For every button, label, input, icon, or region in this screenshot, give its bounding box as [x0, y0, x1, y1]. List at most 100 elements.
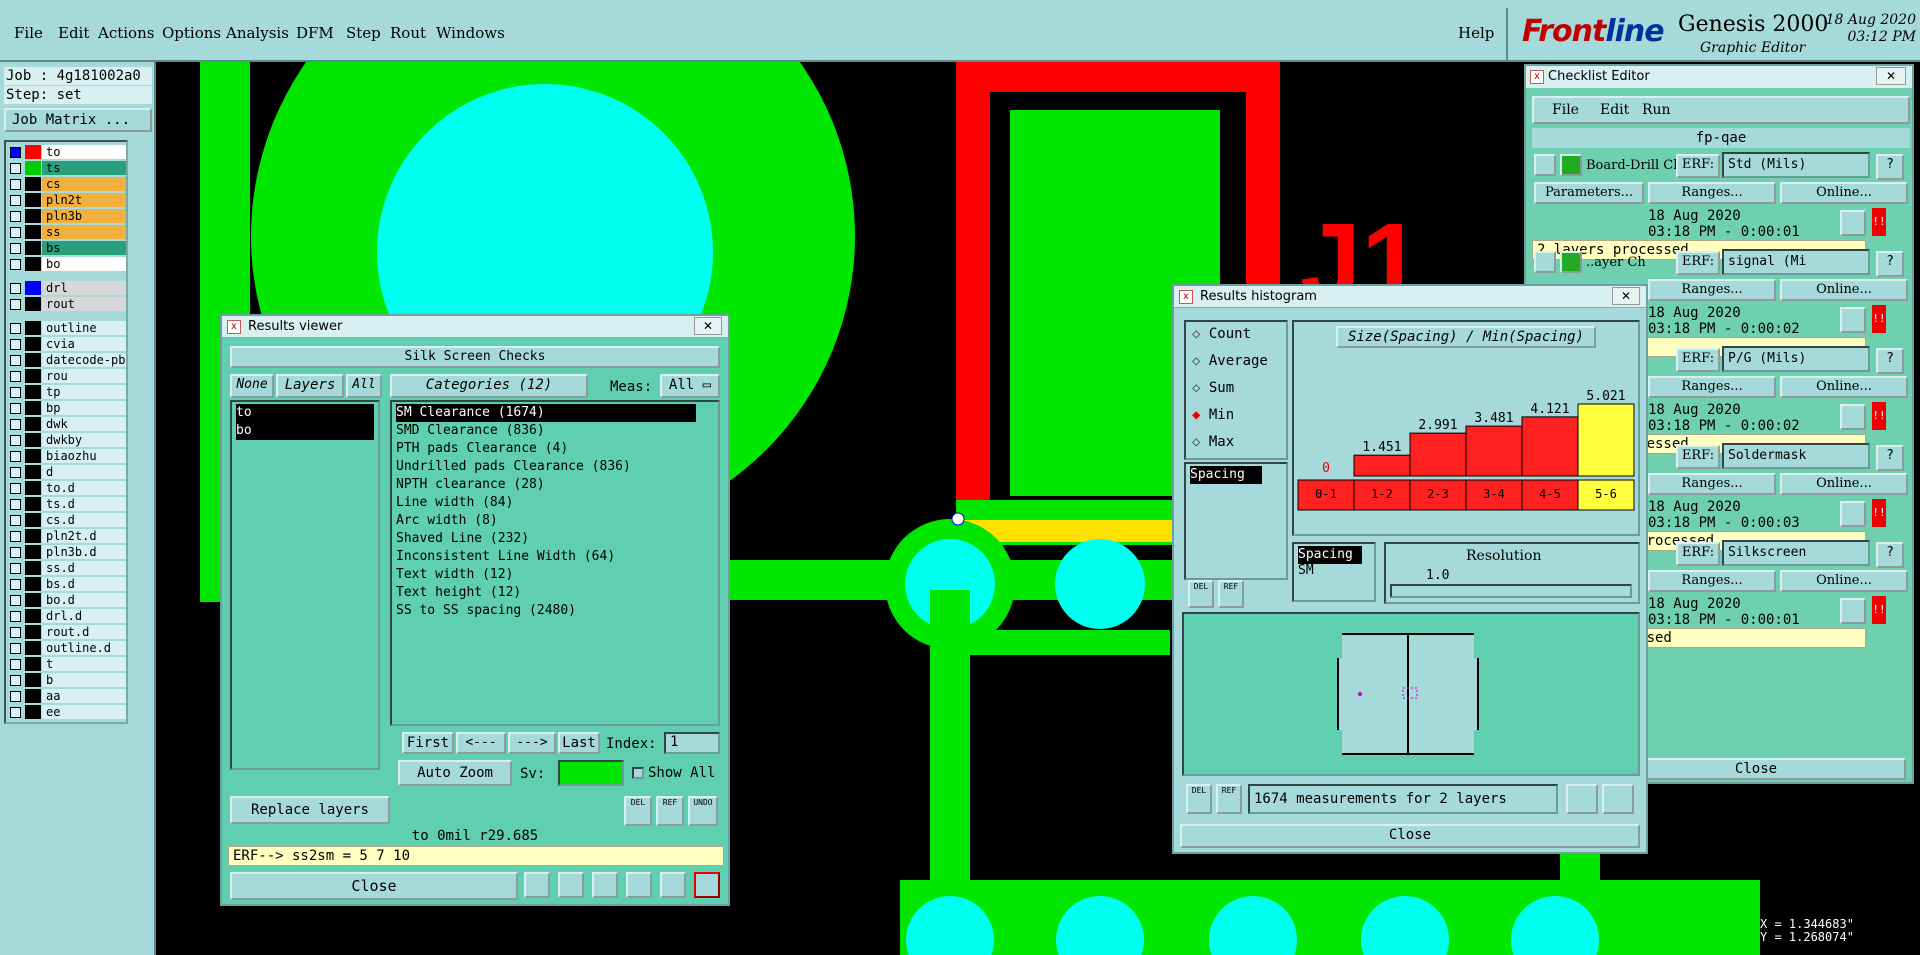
spacing-list[interactable]: Spacing: [1184, 462, 1288, 580]
layer-checkbox[interactable]: [10, 675, 21, 686]
online-button[interactable]: Online...: [1780, 570, 1908, 592]
layer-name[interactable]: pln2t: [42, 193, 126, 207]
job-matrix-button[interactable]: Job Matrix ...: [4, 108, 152, 132]
board-preview[interactable]: [1182, 612, 1640, 776]
mode-radio-count[interactable]: ◇ Count: [1192, 326, 1251, 342]
layer-checkbox[interactable]: [10, 387, 21, 398]
histogram-icon[interactable]: [694, 872, 720, 898]
layer-checkbox[interactable]: [10, 195, 21, 206]
layer-checkbox[interactable]: [10, 299, 21, 310]
spacing-sm-list[interactable]: Spacing SM: [1292, 542, 1376, 602]
category-item[interactable]: Shaved Line (232): [396, 530, 529, 548]
replace-layers-dropdown[interactable]: Replace layers: [230, 796, 390, 824]
layer-checkbox[interactable]: [10, 339, 21, 350]
layer-checkbox[interactable]: [10, 547, 21, 558]
layer-name[interactable]: aa: [42, 689, 126, 703]
none-button[interactable]: None: [230, 374, 274, 398]
check-name[interactable]: ..ayer Ch: [1586, 255, 1676, 270]
checklist-close-button[interactable]: Close: [1606, 758, 1906, 780]
index-input[interactable]: 1: [664, 732, 720, 754]
layer-checkbox[interactable]: [10, 643, 21, 654]
category-item[interactable]: Inconsistent Line Width (64): [396, 548, 615, 566]
menu-step[interactable]: Step: [346, 24, 381, 42]
erf-dropdown[interactable]: Soldermask: [1722, 443, 1870, 469]
ranges-button[interactable]: Ranges...: [1648, 570, 1776, 592]
hist-ref-button[interactable]: REF: [1218, 580, 1244, 608]
layer-checkbox[interactable]: [10, 259, 21, 270]
layer-name[interactable]: rou: [42, 369, 126, 383]
show-all-checkbox[interactable]: [632, 767, 644, 779]
help-icon[interactable]: ?: [1876, 542, 1904, 568]
results-viewer-titlebar[interactable]: x Results viewer ✕: [222, 316, 728, 338]
close-button[interactable]: Close: [230, 872, 518, 900]
menu-edit[interactable]: Edit: [58, 24, 89, 42]
layer-checkbox[interactable]: [10, 211, 21, 222]
layer-row[interactable]: pln2t: [6, 192, 126, 208]
first-button[interactable]: First: [402, 732, 454, 754]
layer-row[interactable]: cvia: [6, 336, 126, 352]
layer-checkbox[interactable]: [10, 611, 21, 622]
cl-menu-edit[interactable]: Edit: [1600, 102, 1629, 118]
layer-checkbox[interactable]: [10, 515, 21, 526]
layer-row[interactable]: rout.d: [6, 624, 126, 640]
layer-row[interactable]: b: [6, 672, 126, 688]
layer-name[interactable]: outline: [42, 321, 126, 335]
layer-row[interactable]: aa: [6, 688, 126, 704]
layer-name[interactable]: drl.d: [42, 609, 126, 623]
ranges-button[interactable]: Ranges...: [1648, 279, 1776, 301]
close-icon[interactable]: ✕: [694, 317, 722, 335]
layer-name[interactable]: cs.d: [42, 513, 126, 527]
layer-checkbox[interactable]: [10, 355, 21, 366]
layer-name[interactable]: bo.d: [42, 593, 126, 607]
close-icon[interactable]: ✕: [1876, 67, 1906, 85]
prev-button[interactable]: <---: [456, 732, 506, 754]
online-button[interactable]: Online...: [1780, 473, 1908, 495]
check-name[interactable]: Board-Drill Che: [1586, 158, 1676, 173]
category-item[interactable]: Undrilled pads Clearance (836): [396, 458, 631, 476]
layer-name[interactable]: pln3b: [42, 209, 126, 223]
cl-menu-run[interactable]: Run: [1642, 102, 1671, 118]
auto-zoom-dropdown[interactable]: Auto Zoom: [398, 760, 512, 786]
layer-name[interactable]: ss.d: [42, 561, 126, 575]
layer-checkbox[interactable]: [10, 403, 21, 414]
help-icon[interactable]: ?: [1876, 445, 1904, 471]
layers-button[interactable]: Layers: [276, 374, 344, 398]
sm-item[interactable]: SM: [1298, 562, 1314, 580]
layer-name[interactable]: cvia: [42, 337, 126, 351]
last-button[interactable]: Last: [558, 732, 600, 754]
layer-checkbox[interactable]: [10, 435, 21, 446]
layer-checkbox[interactable]: [10, 499, 21, 510]
layer-name[interactable]: ts: [42, 161, 126, 175]
parameters-button[interactable]: Parameters...: [1534, 182, 1644, 204]
close-icon[interactable]: ✕: [1612, 287, 1640, 305]
layer-checkbox[interactable]: [10, 419, 21, 430]
layer-checkbox[interactable]: [10, 467, 21, 478]
category-item[interactable]: SM Clearance (1674): [396, 404, 696, 422]
category-item[interactable]: NPTH clearance (28): [396, 476, 545, 494]
layer-row[interactable]: ss.d: [6, 560, 126, 576]
import-icon[interactable]: [1602, 784, 1634, 814]
layer-row[interactable]: t: [6, 656, 126, 672]
layer-name[interactable]: dwk: [42, 417, 126, 431]
menu-help[interactable]: Help: [1458, 24, 1494, 42]
histogram-close-button[interactable]: Close: [1180, 824, 1640, 848]
list-icon[interactable]: [660, 872, 686, 898]
layer-row[interactable]: bs: [6, 240, 126, 256]
layer-row[interactable]: cs: [6, 176, 126, 192]
layer-checkbox[interactable]: [10, 483, 21, 494]
zoom-icon[interactable]: [1840, 598, 1866, 624]
layer-name[interactable]: ts.d: [42, 497, 126, 511]
layer-checkbox[interactable]: [10, 283, 21, 294]
layer-row[interactable]: outline.d: [6, 640, 126, 656]
layer-row[interactable]: rou: [6, 368, 126, 384]
help-icon[interactable]: ?: [1876, 348, 1904, 374]
layer-name[interactable]: rout.d: [42, 625, 126, 639]
layer-name[interactable]: drl: [42, 281, 126, 295]
layer-name[interactable]: bs: [42, 241, 126, 255]
layer-row[interactable]: dwkby: [6, 432, 126, 448]
sv-color-picker[interactable]: [558, 760, 624, 786]
menu-options[interactable]: Options: [162, 24, 221, 42]
layer-row[interactable]: datecode-pbo: [6, 352, 126, 368]
layer-checkbox[interactable]: [10, 451, 21, 462]
layer-checkbox[interactable]: [10, 147, 21, 158]
